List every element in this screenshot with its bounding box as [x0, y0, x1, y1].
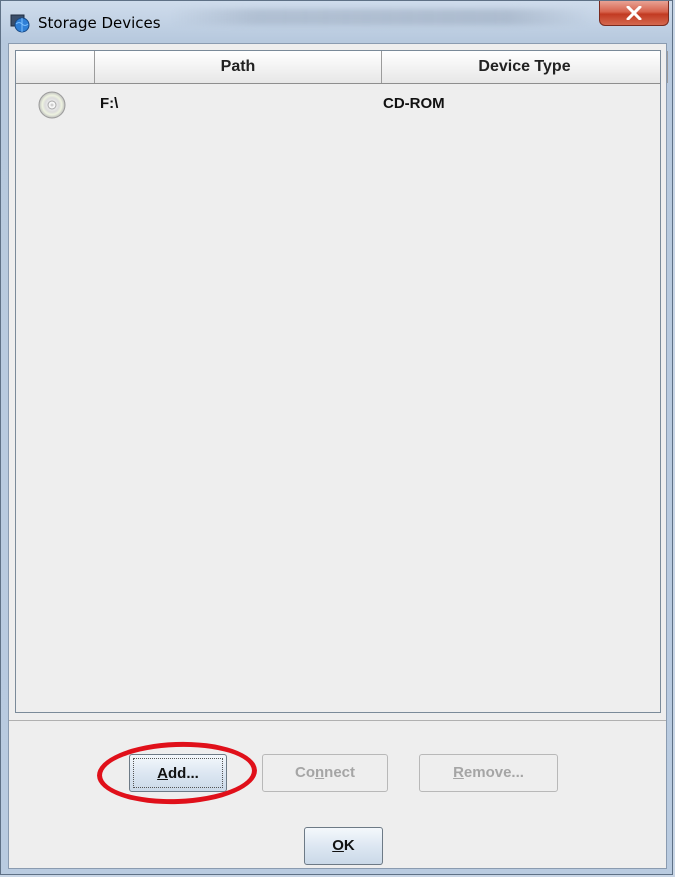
connect-button-label-end: nect — [324, 764, 355, 781]
connect-button-mnemonic: n — [314, 764, 325, 781]
row-path: F:\ — [100, 95, 119, 112]
window-title: Storage Devices — [38, 14, 161, 32]
close-button[interactable] — [599, 1, 669, 26]
ok-button[interactable]: OK — [304, 827, 383, 865]
devices-table[interactable]: Path Device Type F:\ CD-ROM — [15, 50, 668, 713]
remove-button-mnemonic: R — [453, 764, 464, 781]
separator — [9, 720, 666, 721]
column-header-device-type[interactable]: Device Type — [382, 51, 668, 83]
app-globe-icon — [10, 13, 30, 33]
dialog-content: Path Device Type F:\ CD-ROM Add... Conne… — [8, 43, 668, 869]
table-row[interactable]: F:\ CD-ROM — [16, 84, 660, 124]
row-device-type: CD-ROM — [383, 95, 445, 112]
title-bar[interactable]: Storage Devices — [1, 1, 672, 41]
blurred-background-text — [171, 9, 591, 25]
remove-button[interactable]: Remove... — [419, 754, 558, 792]
storage-devices-window: Storage Devices Path Device Type F:\ CD-… — [0, 0, 673, 875]
column-header-icon[interactable] — [16, 51, 95, 83]
cd-rom-icon — [38, 91, 66, 119]
table-header: Path Device Type — [16, 51, 668, 84]
connect-button-label-start: Co — [294, 764, 315, 781]
column-header-path[interactable]: Path — [95, 51, 382, 83]
ok-button-label: K — [343, 837, 355, 854]
ok-button-mnemonic: O — [332, 837, 344, 854]
red-highlight-circle — [95, 739, 259, 807]
remove-button-label: emove... — [463, 764, 524, 781]
connect-button[interactable]: Connect — [262, 754, 388, 792]
close-icon — [626, 6, 642, 20]
